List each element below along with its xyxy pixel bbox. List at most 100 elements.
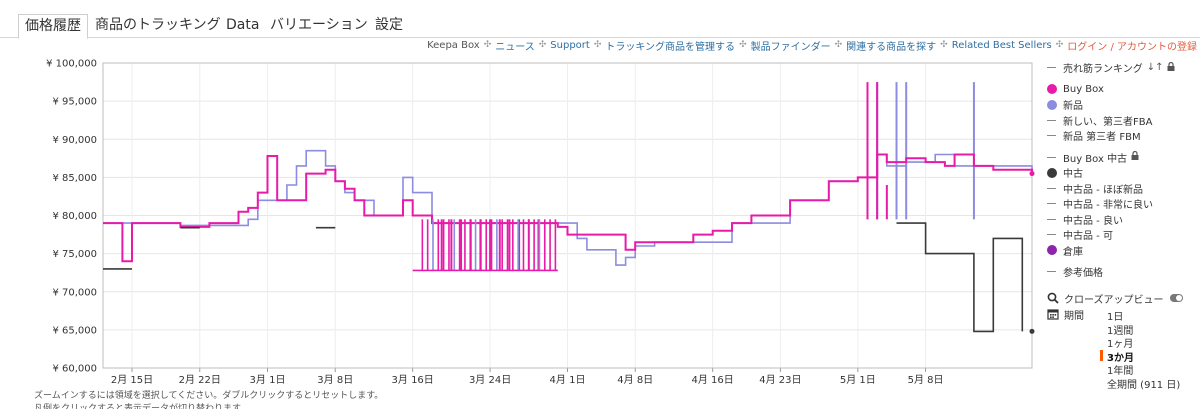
manage-tracking-link[interactable]: トラッキング商品を管理する bbox=[605, 38, 735, 53]
closeup-view-label: クローズアップビュー bbox=[1064, 294, 1164, 306]
x-tick-label: 4月 1日 bbox=[550, 374, 586, 386]
buy-box-end-point bbox=[1029, 171, 1035, 177]
legend-hint: 凡例をクリックすると表示データが切り替わります。 bbox=[34, 404, 250, 409]
x-tick-label: 4月 23日 bbox=[759, 374, 801, 386]
legend-buy-box-used[interactable]: Buy Box 中古 bbox=[1047, 150, 1200, 166]
separator-icon: ✣ bbox=[593, 40, 602, 50]
x-tick-label: 2月 15日 bbox=[111, 374, 153, 386]
separator-icon: ✣ bbox=[483, 40, 492, 50]
related-products-link[interactable]: 関連する商品を探す bbox=[846, 38, 936, 53]
y-tick-label: ¥ 70,000 bbox=[52, 287, 97, 298]
legend-sales-rank[interactable]: 売れ筋ランキング ↓↑ bbox=[1047, 60, 1200, 76]
legend-label: 新品 bbox=[1063, 101, 1083, 113]
y-tick-label: ¥ 95,000 bbox=[52, 97, 97, 108]
calendar-icon bbox=[1047, 309, 1059, 320]
x-tick-label: 4月 8日 bbox=[617, 374, 653, 386]
lock-icon bbox=[1131, 151, 1139, 163]
x-tick-label: 5月 1日 bbox=[840, 374, 876, 386]
legend-label: 新品 第三者 FBM bbox=[1063, 132, 1141, 144]
line-swatch bbox=[1047, 218, 1056, 220]
x-tick-label: 3月 8日 bbox=[317, 374, 353, 386]
y-tick-label: ¥ 75,000 bbox=[52, 249, 97, 260]
search-icon bbox=[1047, 292, 1059, 304]
login-link[interactable]: ログイン / アカウントの登録 bbox=[1067, 38, 1197, 53]
closeup-view-toggle-row[interactable]: クローズアップビュー bbox=[1047, 290, 1200, 306]
x-tick-label: 4月 16日 bbox=[692, 374, 734, 386]
separator-icon: ✣ bbox=[1055, 40, 1064, 50]
legend-used-very-good[interactable]: 中古品 - 非常に良い bbox=[1047, 196, 1200, 212]
legend-label: Buy Box 中古 bbox=[1063, 153, 1128, 165]
legend-used-good[interactable]: 中古品 - 良い bbox=[1047, 212, 1200, 228]
series-dot bbox=[1047, 84, 1057, 95]
legend-panel: 売れ筋ランキング ↓↑ Buy Box 新品 新しい、第三者FBA 新品 第三者… bbox=[1047, 60, 1200, 280]
legend-label: 中古品 - ほぼ新品 bbox=[1063, 184, 1143, 196]
legend-new[interactable]: 新品 bbox=[1047, 97, 1200, 113]
legend-label: 中古品 - 非常に良い bbox=[1063, 200, 1153, 212]
period-option-all[interactable]: 全期間 (911 日) bbox=[1107, 376, 1180, 391]
x-tick-label: 3月 24日 bbox=[469, 374, 511, 386]
tab-data[interactable]: Data bbox=[220, 14, 265, 38]
used-end-point bbox=[1029, 328, 1035, 334]
link-bar: Keepa Box ✣ ニュース ✣ Support ✣ トラッキング商品を管理… bbox=[427, 38, 1197, 53]
legend-list-price[interactable]: 参考価格 bbox=[1047, 264, 1200, 280]
tab-variations[interactable]: バリエーション bbox=[264, 14, 374, 38]
y-tick-label: ¥ 100,000 bbox=[46, 59, 97, 70]
chart-canvas[interactable]: ¥ 60,000 ¥ 65,000 ¥ 70,000 ¥ 75,000 ¥ 80,000… bbox=[0, 52, 1040, 409]
line-swatch bbox=[1047, 67, 1056, 69]
legend-label: Buy Box bbox=[1063, 83, 1104, 95]
separator-icon: ✣ bbox=[834, 40, 843, 50]
legend-buy-box[interactable]: Buy Box bbox=[1047, 82, 1200, 98]
period-options: 1日 1週間 1ヶ月 3か月 1年間 全期間 (911 日) bbox=[1099, 308, 1180, 391]
sort-icon[interactable]: ↓↑ bbox=[1147, 62, 1164, 73]
y-tick-label: ¥ 90,000 bbox=[52, 135, 97, 146]
chart-controls: クローズアップビュー 期間 1日 1週間 1ヶ月 3か月 1年間 全期間 (91… bbox=[1047, 290, 1200, 391]
line-swatch bbox=[1047, 203, 1056, 205]
legend-used-like-new[interactable]: 中古品 - ほぼ新品 bbox=[1047, 181, 1200, 197]
series-dot bbox=[1047, 99, 1057, 110]
x-tick-label: 5月 8日 bbox=[908, 374, 944, 386]
tab-settings[interactable]: 設定 bbox=[369, 14, 409, 38]
zoom-hint: ズームインするには領域を選択してください。ダブルクリックするとリセットします。 bbox=[34, 391, 384, 401]
price-history-chart[interactable]: ¥ 60,000 ¥ 65,000 ¥ 70,000 ¥ 75,000 ¥ 80,000… bbox=[0, 52, 1040, 409]
period-label: 期間 bbox=[1064, 310, 1084, 322]
news-link[interactable]: ニュース bbox=[495, 38, 535, 53]
tab-price-history[interactable]: 価格履歴 bbox=[18, 14, 88, 39]
legend-warehouse[interactable]: 倉庫 bbox=[1047, 243, 1200, 259]
closeup-toggle[interactable] bbox=[1169, 294, 1183, 302]
period-option-1-day[interactable]: 1日 bbox=[1107, 308, 1180, 323]
legend-new-fba[interactable]: 新しい、第三者FBA bbox=[1047, 113, 1200, 129]
legend-label: 倉庫 bbox=[1063, 246, 1083, 258]
separator-icon: ✣ bbox=[940, 40, 948, 50]
lock-icon bbox=[1167, 61, 1175, 74]
legend-used-acceptable[interactable]: 中古品 - 可 bbox=[1047, 227, 1200, 243]
line-swatch bbox=[1047, 135, 1056, 137]
period-option-1-month[interactable]: 1ヶ月 bbox=[1107, 335, 1180, 350]
keepa-box-link[interactable]: Keepa Box bbox=[427, 40, 480, 51]
legend-label: 中古 bbox=[1063, 169, 1083, 181]
x-tick-label: 3月 1日 bbox=[250, 374, 286, 386]
related-best-sellers-link[interactable]: Related Best Sellers bbox=[952, 40, 1052, 51]
legend-label: 新しい、第三者FBA bbox=[1063, 116, 1153, 128]
y-tick-label: ¥ 80,000 bbox=[52, 211, 97, 222]
legend-label: 中古品 - 良い bbox=[1063, 215, 1123, 227]
period-option-1-year[interactable]: 1年間 bbox=[1107, 362, 1180, 377]
series-dot bbox=[1047, 167, 1057, 178]
x-tick-label: 3月 16日 bbox=[392, 374, 434, 386]
legend-used[interactable]: 中古 bbox=[1047, 165, 1200, 181]
legend-label: 売れ筋ランキング bbox=[1063, 64, 1143, 76]
series-dot bbox=[1047, 245, 1057, 256]
tab-product-tracking[interactable]: 商品のトラッキング bbox=[89, 14, 227, 38]
line-swatch bbox=[1047, 156, 1056, 158]
legend-new-fbm[interactable]: 新品 第三者 FBM bbox=[1047, 128, 1200, 144]
y-tick-label: ¥ 60,000 bbox=[52, 364, 97, 375]
y-tick-label: ¥ 85,000 bbox=[52, 173, 97, 184]
line-swatch bbox=[1047, 119, 1056, 121]
period-option-3-months[interactable]: 3か月 bbox=[1099, 349, 1180, 364]
used-price-line bbox=[896, 222, 1024, 333]
separator-icon: ✣ bbox=[739, 40, 747, 50]
period-option-1-week[interactable]: 1週間 bbox=[1107, 322, 1180, 337]
line-swatch bbox=[1047, 187, 1056, 189]
line-swatch bbox=[1047, 234, 1056, 236]
product-finder-link[interactable]: 製品ファインダー bbox=[751, 38, 831, 53]
support-link[interactable]: Support bbox=[550, 40, 590, 51]
